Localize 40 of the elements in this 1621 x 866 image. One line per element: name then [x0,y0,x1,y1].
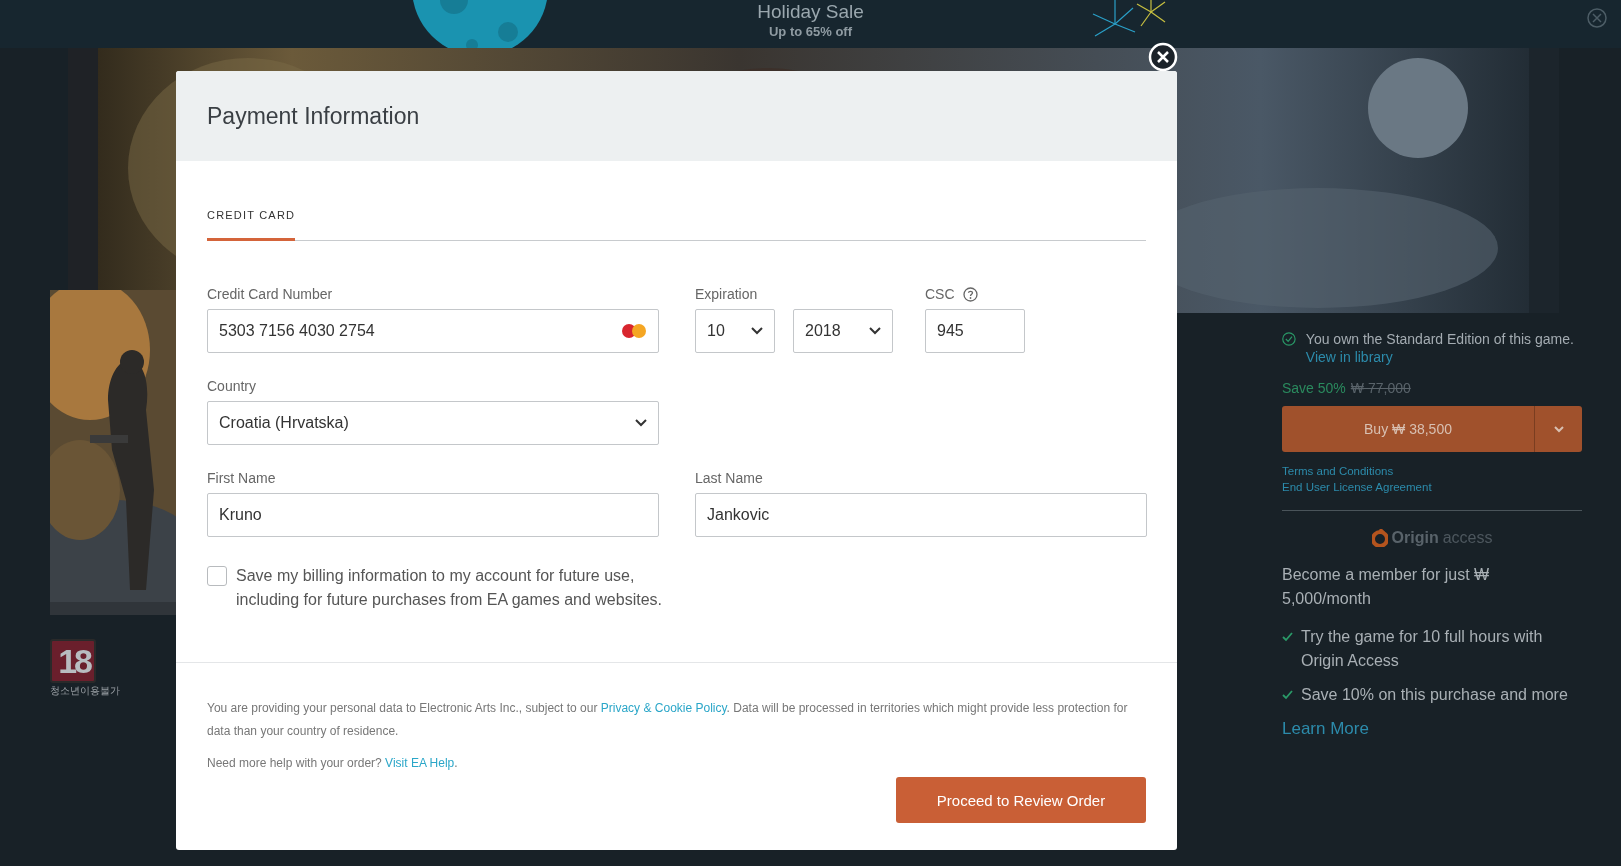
month-select[interactable]: 10 [695,309,775,353]
chevron-icon [869,327,881,335]
flame-ring-icon [1371,529,1388,547]
first-name-field[interactable]: Kruno [207,493,659,537]
membership-headline: Become a member for just ₩ 5,000/month [1282,565,1491,609]
ownership-text: You own the Standard Edition of this game. View in library [1305,330,1575,366]
check-circle-icon [1282,330,1296,348]
last-name-field[interactable]: Jankovic [695,493,1147,537]
banner-subtitle: Up to 65% off [768,23,853,41]
rating-badge: 18 [50,639,96,683]
logo-word: Origin [1391,529,1439,547]
benefit-text: Try the game for 10 full hours with Origin Access [1301,627,1544,671]
legal-link[interactable]: End User License Agreement [1282,479,1432,495]
field-label: Country [207,378,258,394]
discount-label: Save 50% [1282,380,1346,396]
benefit-text: Save 10% on this purchase and more [1301,685,1568,705]
legal-link[interactable]: Terms and Conditions [1282,463,1394,479]
chevron-icon [1553,425,1564,433]
privacy-notice: You are providing your personal data to Electronic Arts Inc., subject to our Privacy & Cookie Policy. Data will be processed in territories which might provide less protection for data than your country of residence. [207,700,1129,740]
proceed-button[interactable]: Proceed to Review Order [896,777,1146,823]
field-label: Last Name [695,470,764,486]
checkbox-label: Save my billing information to my account for future use, including for future purchases from EA games and websites. [236,566,663,610]
banner-title: Holiday Sale [757,1,864,23]
chevron-icon [751,327,763,335]
field-label: First Name [207,470,277,486]
rating-label: 청소년이용불가 [50,684,120,698]
card-number-field[interactable]: 5303 7156 4030 2754 [207,309,659,353]
checkbox[interactable] [207,566,227,586]
original-price: ₩ 77,000 [1350,380,1411,396]
check-icon [1282,690,1293,700]
help-text: Need more help with your order? Visit EA Help. [207,755,459,772]
chevron-icon [635,419,647,427]
card-logo-icon [621,323,647,339]
library-link[interactable]: View in library [1305,349,1393,365]
year-select[interactable]: 2018 [793,309,893,353]
close-icon[interactable] [1587,8,1607,28]
check-icon [1282,632,1293,642]
country-select[interactable]: Croatia (Hrvatska) [207,401,659,445]
csc-field[interactable]: 945 [925,309,1025,353]
learn-more-link[interactable]: Learn More [1282,719,1369,739]
